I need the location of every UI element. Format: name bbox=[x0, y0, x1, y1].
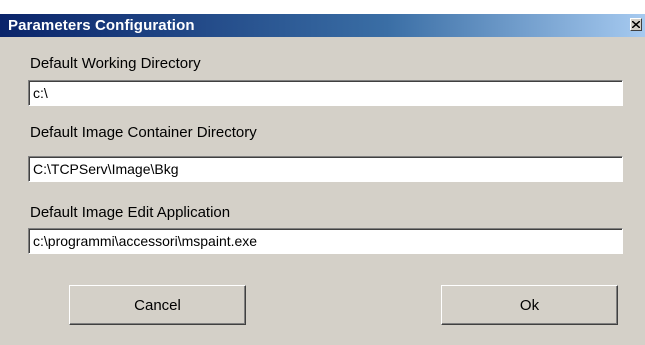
ok-button[interactable]: Ok bbox=[441, 285, 618, 325]
close-icon bbox=[632, 21, 640, 28]
working-directory-label: Default Working Directory bbox=[30, 55, 201, 72]
close-button[interactable] bbox=[630, 18, 642, 31]
image-container-directory-label: Default Image Container Directory bbox=[30, 124, 257, 141]
title-bar[interactable]: Parameters Configuration bbox=[0, 14, 645, 37]
top-strip bbox=[0, 0, 645, 14]
image-edit-application-input[interactable] bbox=[28, 228, 623, 254]
working-directory-input[interactable] bbox=[28, 80, 623, 106]
window-title: Parameters Configuration bbox=[8, 17, 195, 34]
image-edit-application-label: Default Image Edit Application bbox=[30, 204, 231, 221]
parameters-configuration-dialog: Parameters Configuration Default Working… bbox=[0, 0, 645, 345]
image-container-directory-input[interactable] bbox=[28, 156, 623, 182]
cancel-button[interactable]: Cancel bbox=[69, 285, 246, 325]
